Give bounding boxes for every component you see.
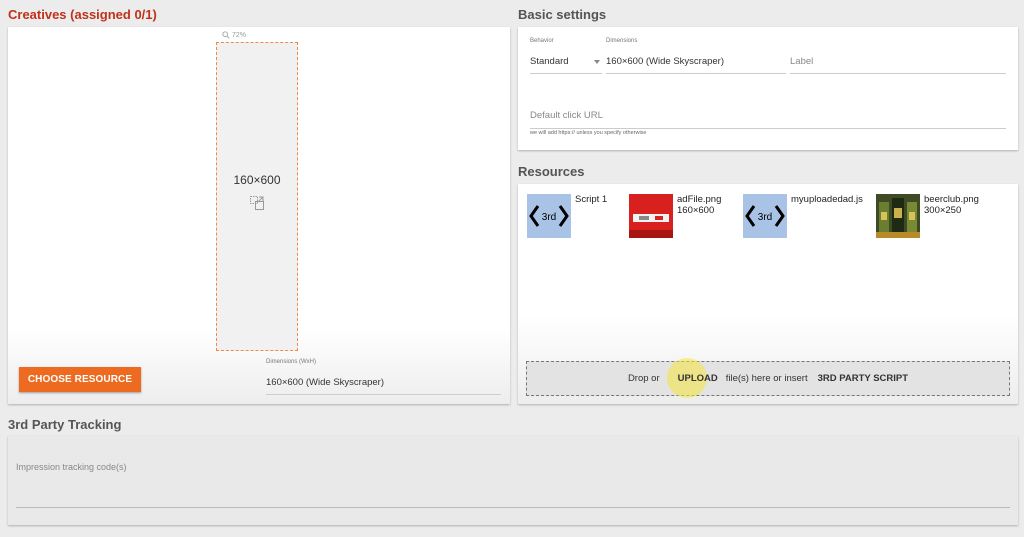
resources-title: Resources bbox=[518, 164, 585, 179]
creative-preview-slot[interactable]: 160×600 bbox=[216, 42, 298, 351]
label-input[interactable]: Label bbox=[790, 37, 1006, 74]
resource-size: 160×600 bbox=[677, 205, 715, 216]
third-party-script-icon: 3rd bbox=[527, 194, 571, 238]
basic-settings-title: Basic settings bbox=[518, 7, 607, 22]
zoom-level: 72% bbox=[232, 31, 247, 39]
creative-dimensions-label: Dimensions (WxH) bbox=[266, 359, 317, 365]
resource-size: 300×250 bbox=[924, 205, 962, 216]
script-thumb-text: 3rd bbox=[758, 212, 772, 223]
creatives-title: Creatives (assigned 0/1) bbox=[8, 7, 157, 22]
resource-item-adfile[interactable]: adFile.png 160×600 bbox=[629, 194, 721, 238]
impression-tracking-placeholder: Impression tracking code(s) bbox=[16, 462, 127, 472]
third-party-script-icon: 3rd bbox=[743, 194, 787, 238]
creative-dimensions-field[interactable]: Dimensions (WxH) 160×600 (Wide Skyscrape… bbox=[266, 359, 501, 395]
click-url-hint: we will add https:// unless you specify … bbox=[530, 130, 647, 136]
behavior-value: Standard bbox=[530, 56, 569, 67]
drop-middle-text: file(s) here or insert bbox=[725, 373, 808, 384]
resource-name: Script 1 bbox=[575, 194, 608, 205]
third-party-script-link[interactable]: 3RD PARTY SCRIPT bbox=[818, 373, 908, 384]
resource-item-script-1[interactable]: 3rd Script 1 bbox=[527, 194, 607, 238]
behavior-label: Behavior bbox=[530, 38, 554, 44]
tracking-title: 3rd Party Tracking bbox=[8, 417, 122, 432]
upload-link[interactable]: UPLOAD bbox=[678, 373, 718, 384]
choose-resource-button[interactable]: CHOOSE RESOURCE bbox=[19, 367, 141, 392]
resource-item-beerclub[interactable]: beerclub.png 300×250 bbox=[876, 194, 979, 238]
resource-name: adFile.png bbox=[677, 194, 722, 205]
tracking-panel: Impression tracking code(s) bbox=[8, 436, 1018, 525]
magnifier-icon bbox=[222, 31, 230, 39]
basic-settings-panel: Behavior Standard Dimensions 160×600 (Wi… bbox=[518, 27, 1018, 150]
resource-item-myuploadedad[interactable]: 3rd myuploadedad.js bbox=[743, 194, 863, 238]
impression-tracking-input[interactable]: Impression tracking code(s) bbox=[16, 458, 1010, 508]
resize-icon bbox=[250, 195, 264, 210]
default-click-url-input[interactable]: Default click URL bbox=[530, 101, 1006, 129]
resource-name: beerclub.png bbox=[924, 194, 979, 205]
upload-drop-zone[interactable]: Drop or UPLOAD file(s) here or insert 3R… bbox=[526, 358, 1010, 398]
dimensions-value: 160×600 (Wide Skyscraper) bbox=[606, 56, 725, 67]
image-thumbnail bbox=[876, 194, 920, 238]
creatives-panel: 72% 160×600 CHOOSE RESOURCE Dimensions (… bbox=[8, 27, 510, 404]
dimensions-select[interactable]: Dimensions 160×600 (Wide Skyscraper) bbox=[606, 37, 786, 74]
preview-size-label: 160×600 bbox=[233, 172, 281, 187]
chevron-down-icon bbox=[594, 60, 600, 64]
drop-prefix-text: Drop or bbox=[627, 373, 660, 384]
creative-dimensions-value: 160×600 (Wide Skyscraper) bbox=[266, 377, 385, 388]
resources-panel: 3rd Script 1 adFile.png 160×600 3rd myup… bbox=[518, 184, 1018, 404]
behavior-select[interactable]: Behavior Standard bbox=[530, 37, 602, 74]
resource-name: myuploadedad.js bbox=[791, 194, 863, 205]
click-url-placeholder: Default click URL bbox=[530, 110, 603, 121]
script-thumb-text: 3rd bbox=[542, 212, 556, 223]
label-placeholder: Label bbox=[790, 56, 814, 67]
zoom-indicator: 72% bbox=[222, 31, 246, 39]
dimensions-label: Dimensions bbox=[606, 38, 638, 44]
image-thumbnail bbox=[629, 194, 673, 238]
